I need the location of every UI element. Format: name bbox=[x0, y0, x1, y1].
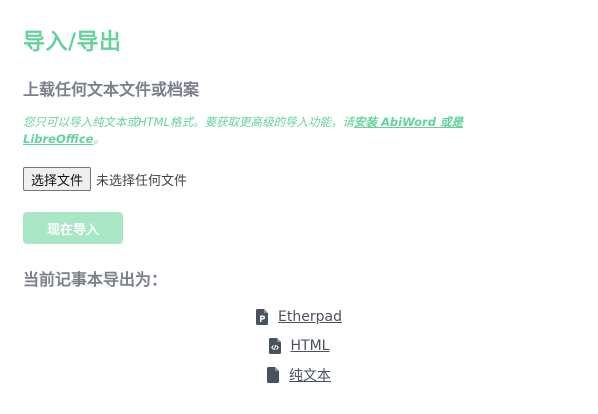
import-hint-end: 。 bbox=[93, 132, 105, 146]
export-html-link[interactable]: HTML bbox=[291, 338, 330, 354]
import-hint: 您只可以导入纯文本或HTML格式。要获取更高级的导入功能，请安装 AbiWord… bbox=[23, 114, 523, 148]
file-text-icon bbox=[267, 366, 279, 383]
file-picker: 选择文件 未选择任何文件 bbox=[23, 167, 187, 191]
export-item-plaintext: 纯文本 bbox=[0, 360, 598, 389]
file-code-icon bbox=[268, 337, 281, 354]
export-item-html: HTML bbox=[0, 331, 598, 360]
export-etherpad-link[interactable]: Etherpad bbox=[278, 309, 342, 325]
export-title: 当前记事本导出为： bbox=[23, 270, 168, 289]
import-subtitle: 上载任何文本文件或档案 bbox=[23, 80, 200, 99]
page-title: 导入/导出 bbox=[23, 30, 122, 55]
export-plaintext-link[interactable]: 纯文本 bbox=[289, 365, 331, 385]
import-hint-text: 您只可以导入纯文本或HTML格式。要获取更高级的导入功能，请 bbox=[23, 115, 354, 129]
file-etherpad-icon bbox=[256, 308, 269, 325]
import-now-button[interactable]: 现在导入 bbox=[23, 212, 123, 244]
choose-file-button[interactable]: 选择文件 bbox=[23, 167, 92, 191]
export-list: Etherpad HTML 纯文本 bbox=[0, 302, 598, 389]
file-status-text: 未选择任何文件 bbox=[96, 173, 188, 189]
export-item-etherpad: Etherpad bbox=[0, 302, 598, 331]
